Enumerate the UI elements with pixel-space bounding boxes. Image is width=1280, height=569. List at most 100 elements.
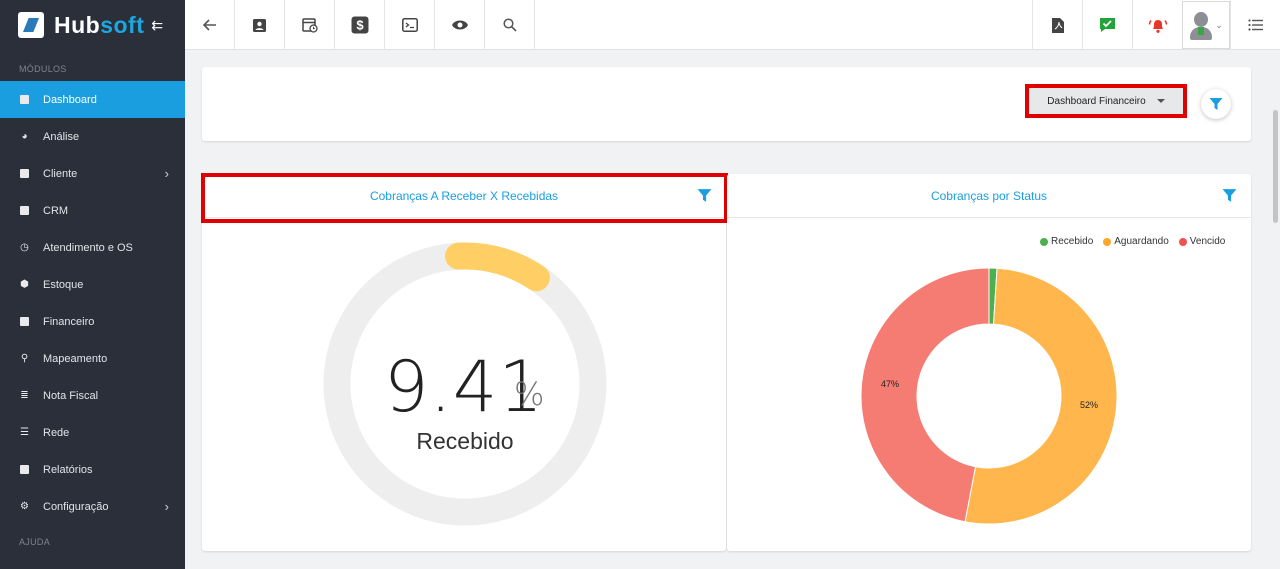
sidebar-item-financeiro[interactable]: Financeiro <box>0 303 185 340</box>
chevron-right-icon: › <box>164 499 169 514</box>
clients-button[interactable] <box>235 0 285 50</box>
pdf-button[interactable] <box>1032 0 1082 50</box>
legend-label: Vencido <box>1189 236 1226 247</box>
sidebar-item-atendimento[interactable]: ◷ Atendimento e OS <box>0 229 185 266</box>
status-donut-chart <box>860 267 1118 525</box>
chevron-right-icon: › <box>164 166 169 181</box>
sidebar-item-relatorios[interactable]: Relatórios <box>0 451 185 488</box>
sidebar-item-dashboard[interactable]: Dashboard <box>0 81 185 118</box>
search-icon <box>502 18 517 32</box>
filter-icon[interactable] <box>697 188 712 203</box>
dollar-icon: $ <box>351 16 368 34</box>
section-title-help: AJUDA <box>19 537 51 547</box>
filter-icon <box>1209 98 1223 110</box>
sidebar-item-rede[interactable]: ☰ Rede <box>0 414 185 451</box>
dashboard-select[interactable]: Dashboard Financeiro <box>1029 88 1183 114</box>
list-menu-icon <box>1248 19 1263 31</box>
sidebar-item-cliente[interactable]: Cliente › <box>0 155 185 192</box>
dashboard-select-highlight: Dashboard Financeiro <box>1025 84 1187 118</box>
chevron-down-icon: ⌄ <box>1215 19 1223 30</box>
alerts-button[interactable] <box>1132 0 1182 50</box>
calendar-clock-icon <box>301 18 318 33</box>
check-chat-icon <box>1100 18 1115 32</box>
sidebar-item-label: Relatórios <box>43 463 93 476</box>
legend-dot <box>1103 237 1112 246</box>
sidebar-item-label: CRM <box>43 204 69 217</box>
page-scrollbar[interactable] <box>1271 50 1280 569</box>
donut-slice-vencido[interactable] <box>860 267 990 523</box>
sidebar-item-label: Cliente <box>43 167 78 180</box>
sidebar-item-configuracao[interactable]: ⚙ Configuração › <box>0 488 185 525</box>
alarm-bell-icon <box>1148 19 1167 33</box>
sidebar-item-label: Análise <box>43 130 80 143</box>
legend-dot <box>1040 237 1048 246</box>
slice-label-vencido: 47% <box>881 379 900 389</box>
receivables-card-header: Cobranças A Receber X Recebidas <box>202 174 726 218</box>
server-icon: ☰ <box>20 427 29 438</box>
sidebar-item-crm[interactable]: CRM <box>0 192 185 229</box>
gauge-label: Recebido <box>416 428 514 454</box>
brand-logo[interactable]: Hubsoft ⇇ <box>0 0 185 50</box>
top-toolbar: $ ⌄ <box>185 0 1280 50</box>
back-arrow-icon <box>202 19 216 31</box>
brand-name: Hubsoft <box>54 11 145 38</box>
report-icon <box>19 464 30 475</box>
legend-item-vencido[interactable]: Vencido <box>1178 236 1226 247</box>
box-icon: ⬢ <box>20 279 29 290</box>
pie-chart-icon: ◕ <box>21 131 28 142</box>
user-avatar-button[interactable]: ⌄ <box>1182 1 1230 49</box>
sidebar-item-label: Configuração <box>43 500 109 513</box>
sidebar: Hubsoft ⇇ MÓDULOS Dashboard ◕ Análise Cl… <box>0 0 185 569</box>
legend-item-aguardando[interactable]: Aguardando <box>1103 236 1169 247</box>
svg-text:$: $ <box>356 18 364 33</box>
sidebar-item-label: Financeiro <box>43 315 95 328</box>
sidebar-item-analise[interactable]: ◕ Análise <box>0 118 185 155</box>
sidebar-item-label: Mapeamento <box>43 352 108 365</box>
slice-label-aguardando: 52% <box>1080 400 1099 410</box>
menu-button[interactable] <box>1230 0 1280 50</box>
dashboard-icon <box>19 94 30 105</box>
money-icon <box>19 316 30 327</box>
sidebar-item-label: Dashboard <box>43 93 97 106</box>
sidebar-item-mapeamento[interactable]: ⚲ Mapeamento <box>0 340 185 377</box>
monitor-button[interactable] <box>435 0 485 50</box>
filter-button[interactable] <box>1201 89 1231 119</box>
legend-dot <box>1178 237 1187 246</box>
hubsoft-logo-icon <box>18 12 44 38</box>
gauge-progress-arc <box>445 242 550 292</box>
gauge-unit: % <box>514 375 545 413</box>
search-button[interactable] <box>485 0 535 50</box>
finance-button[interactable]: $ <box>335 0 385 50</box>
chart-legend: Recebido Aguardando Vencido <box>1040 236 1235 247</box>
eye-icon <box>451 20 468 30</box>
terminal-icon <box>401 18 418 32</box>
legend-label: Recebido <box>1051 236 1094 247</box>
terminal-button[interactable] <box>385 0 435 50</box>
calendar-clock-icon: ◷ <box>20 242 29 253</box>
scrollbar-thumb[interactable] <box>1273 110 1278 223</box>
contact-card-icon <box>19 168 30 179</box>
collapse-sidebar-icon[interactable]: ⇇ <box>151 17 163 34</box>
sidebar-item-nota-fiscal[interactable]: ≣ Nota Fiscal <box>0 377 185 414</box>
pdf-icon <box>1051 17 1064 33</box>
gear-icon: ⚙ <box>20 501 29 512</box>
contact-card-icon <box>253 18 266 32</box>
sidebar-item-label: Atendimento e OS <box>43 241 133 254</box>
approvals-button[interactable] <box>1082 0 1132 50</box>
sidebar-item-label: Rede <box>43 426 70 439</box>
dashboard-select-value: Dashboard Financeiro <box>1047 95 1146 107</box>
crm-board-icon <box>19 205 30 216</box>
sidebar-item-label: Estoque <box>43 278 84 291</box>
legend-item-recebido[interactable]: Recebido <box>1040 236 1093 247</box>
map-pin-icon: ⚲ <box>20 353 29 364</box>
user-avatar <box>1189 10 1213 40</box>
filter-icon[interactable] <box>1222 188 1237 203</box>
legend-label: Aguardando <box>1114 236 1169 247</box>
caret-down-icon <box>1156 99 1165 103</box>
back-button[interactable] <box>185 0 235 50</box>
card-title: Cobranças A Receber X Recebidas <box>369 188 559 203</box>
sidebar-item-estoque[interactable]: ⬢ Estoque <box>0 266 185 303</box>
schedule-button[interactable] <box>285 0 335 50</box>
invoice-icon: ≣ <box>20 390 29 401</box>
card-title: Cobranças por Status <box>930 188 1048 203</box>
